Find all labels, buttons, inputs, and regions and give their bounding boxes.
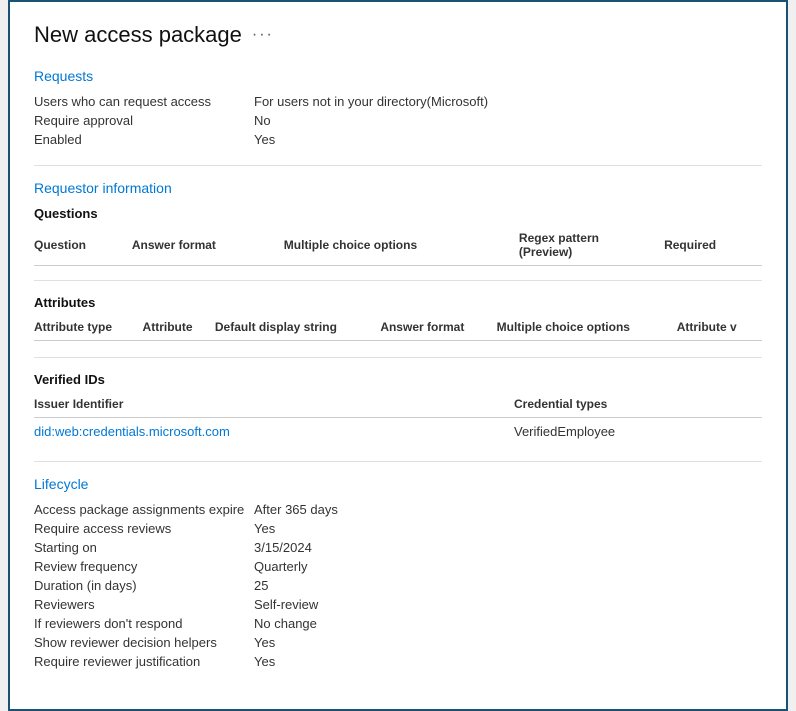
enabled-label: Enabled <box>34 132 254 147</box>
attributes-col-answer-format: Answer format <box>380 316 496 341</box>
justification-value: Yes <box>254 654 762 669</box>
verified-col-credential: Credential types <box>514 393 762 418</box>
verified-ids-table: Issuer Identifier Credential types did:w… <box>34 393 762 443</box>
decision-helpers-value: Yes <box>254 635 762 650</box>
verified-ids-body: did:web:credentials.microsoft.com Verifi… <box>34 418 762 444</box>
requests-info-grid: Users who can request access For users n… <box>34 94 762 147</box>
questions-heading: Questions <box>34 206 762 221</box>
lifecycle-title: Lifecycle <box>34 476 762 492</box>
attributes-col-attribute: Attribute <box>143 316 215 341</box>
questions-table: Question Answer format Multiple choice o… <box>34 227 762 266</box>
reviewers-label: Reviewers <box>34 597 254 612</box>
access-reviews-value: Yes <box>254 521 762 536</box>
requestor-title: Requestor information <box>34 180 762 196</box>
duration-value: 25 <box>254 578 762 593</box>
duration-label: Duration (in days) <box>34 578 254 593</box>
attributes-col-type: Attribute type <box>34 316 143 341</box>
divider-4 <box>34 461 762 462</box>
page-title: New access package <box>34 22 242 48</box>
attributes-heading: Attributes <box>34 295 762 310</box>
access-reviews-label: Require access reviews <box>34 521 254 536</box>
attributes-col-attribute-v: Attribute v <box>677 316 762 341</box>
main-window: New access package ··· Requests Users wh… <box>8 0 788 711</box>
lifecycle-grid: Access package assignments expire After … <box>34 502 762 669</box>
verified-credential-value: VerifiedEmployee <box>514 418 762 444</box>
page-header: New access package ··· <box>34 22 762 48</box>
attributes-header-row: Attribute type Attribute Default display… <box>34 316 762 341</box>
attributes-table: Attribute type Attribute Default display… <box>34 316 762 341</box>
review-frequency-value: Quarterly <box>254 559 762 574</box>
justification-label: Require reviewer justification <box>34 654 254 669</box>
review-frequency-label: Review frequency <box>34 559 254 574</box>
verified-issuer-value: did:web:credentials.microsoft.com <box>34 418 514 444</box>
verified-ids-section: Verified IDs Issuer Identifier Credentia… <box>34 372 762 443</box>
questions-section: Questions Question Answer format Multipl… <box>34 206 762 266</box>
no-response-value: No change <box>254 616 762 631</box>
users-request-label: Users who can request access <box>34 94 254 109</box>
issuer-link[interactable]: did:web:credentials.microsoft.com <box>34 424 230 439</box>
questions-col-question: Question <box>34 227 132 266</box>
assignments-expire-value: After 365 days <box>254 502 762 517</box>
requests-section: Requests Users who can request access Fo… <box>34 68 762 147</box>
assignments-expire-label: Access package assignments expire <box>34 502 254 517</box>
divider-1 <box>34 165 762 166</box>
users-request-value: For users not in your directory(Microsof… <box>254 94 762 109</box>
verified-ids-heading: Verified IDs <box>34 372 762 387</box>
questions-col-multiple-choice: Multiple choice options <box>284 227 519 266</box>
no-response-label: If reviewers don't respond <box>34 616 254 631</box>
questions-col-required: Required <box>664 227 762 266</box>
requests-title: Requests <box>34 68 762 84</box>
verified-col-issuer: Issuer Identifier <box>34 393 514 418</box>
require-approval-value: No <box>254 113 762 128</box>
more-options-icon[interactable]: ··· <box>252 26 274 44</box>
starting-on-value: 3/15/2024 <box>254 540 762 555</box>
requestor-section: Requestor information Questions Question… <box>34 180 762 341</box>
require-approval-label: Require approval <box>34 113 254 128</box>
starting-on-label: Starting on <box>34 540 254 555</box>
attributes-col-choice-options: Multiple choice options <box>497 316 677 341</box>
questions-col-regex: Regex pattern(Preview) <box>519 227 664 266</box>
questions-header-row: Question Answer format Multiple choice o… <box>34 227 762 266</box>
attributes-col-display-string: Default display string <box>215 316 380 341</box>
verified-ids-row: did:web:credentials.microsoft.com Verifi… <box>34 418 762 444</box>
enabled-value: Yes <box>254 132 762 147</box>
questions-col-answer-format: Answer format <box>132 227 284 266</box>
decision-helpers-label: Show reviewer decision helpers <box>34 635 254 650</box>
divider-3 <box>34 357 762 358</box>
attributes-section: Attributes Attribute type Attribute Defa… <box>34 295 762 341</box>
reviewers-value: Self-review <box>254 597 762 612</box>
divider-2 <box>34 280 762 281</box>
verified-ids-header-row: Issuer Identifier Credential types <box>34 393 762 418</box>
lifecycle-section: Lifecycle Access package assignments exp… <box>34 476 762 669</box>
